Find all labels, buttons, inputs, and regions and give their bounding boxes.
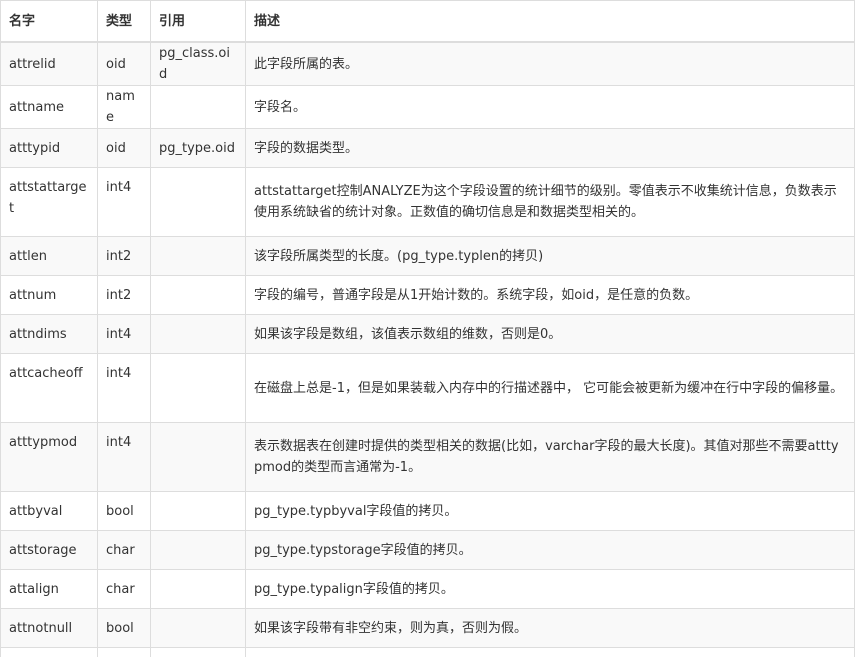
header-description: 描述	[245, 0, 855, 43]
cell-type: int4	[97, 353, 151, 423]
cell-name: atttypid	[0, 128, 98, 168]
cell-type: char	[97, 569, 151, 609]
cell-desc: 如果该字段是数组，该值表示数组的维数，否则是0。	[245, 314, 855, 354]
table-row: attbyval bool pg_type.typbyval字段值的拷贝。	[0, 491, 855, 531]
header-type: 类型	[97, 0, 151, 43]
cell-desc: 该字段是否存在缺省值，此时它对应pg_attrdef表里实际定义此值的记录。	[245, 647, 855, 657]
cell-ref	[150, 236, 246, 276]
table-row: atttypid oid pg_type.oid 字段的数据类型。	[0, 128, 855, 168]
table-row: attstattarget int4 attstattarget控制ANALYZE为…	[0, 167, 855, 237]
table-row: attnotnull bool 如果该字段带有非空约束，则为真，否则为假。	[0, 608, 855, 648]
cell-desc: pg_type.typbyval字段值的拷贝。	[245, 491, 855, 531]
cell-ref	[150, 530, 246, 570]
table-row: attcacheoff int4 在磁盘上总是-1，但是如果装载入内存中的行描述器中…	[0, 353, 855, 423]
header-reference: 引用	[150, 0, 246, 43]
cell-desc: 表示数据表在创建时提供的类型相关的数据(比如，varchar字段的最大长度)。其…	[245, 422, 855, 492]
cell-desc: 字段名。	[245, 85, 855, 129]
header-row: 名字 类型 引用 描述	[0, 0, 855, 43]
cell-ref	[150, 491, 246, 531]
cell-type: int4	[97, 314, 151, 354]
cell-ref	[150, 647, 246, 657]
cell-name: attrelid	[0, 41, 98, 86]
table-row: atthasdefbool 该字段是否存在缺省值，此时它对应pg_attrdef表…	[0, 647, 855, 657]
cell-desc: 在磁盘上总是-1，但是如果装载入内存中的行描述器中， 它可能会被更新为缓冲在行中…	[245, 353, 855, 423]
table-row: attlen int2 该字段所属类型的长度。(pg_type.typlen的拷贝)	[0, 236, 855, 276]
table-row: attndims int4 如果该字段是数组，该值表示数组的维数，否则是0。	[0, 314, 855, 354]
cell-name: attndims	[0, 314, 98, 354]
cell-type: int4	[97, 422, 151, 492]
cell-name: attnotnull	[0, 608, 98, 648]
cell-desc: pg_type.typalign字段值的拷贝。	[245, 569, 855, 609]
cell-ref	[150, 569, 246, 609]
cell-type: name	[97, 85, 151, 129]
cell-desc: 字段的数据类型。	[245, 128, 855, 168]
cell-type: char	[97, 530, 151, 570]
table-header: 名字 类型 引用 描述	[0, 0, 855, 43]
cell-type: int4	[97, 167, 151, 237]
cell-ref: pg_type.oid	[150, 128, 246, 168]
cell-name: attalign	[0, 569, 98, 609]
cell-ref	[150, 275, 246, 315]
cell-name: attcacheoff	[0, 353, 98, 423]
cell-type: bool	[97, 491, 151, 531]
cell-type: oid	[97, 128, 151, 168]
cell-name: attstattarget	[0, 167, 98, 237]
cell-desc: 该字段所属类型的长度。(pg_type.typlen的拷贝)	[245, 236, 855, 276]
cell-name: attnum	[0, 275, 98, 315]
pg-attribute-table: 名字 类型 引用 描述 attrelid oid pg_class.oid 此字段所属…	[0, 0, 855, 657]
cell-ref	[150, 85, 246, 129]
table-row: attname name 字段名。	[0, 85, 855, 129]
cell-desc: 字段的编号，普通字段是从1开始计数的。系统字段，如oid，是任意的负数。	[245, 275, 855, 315]
cell-name: attname	[0, 85, 98, 129]
cell-desc: attstattarget控制ANALYZE为这个字段设置的统计细节的级别。零值…	[245, 167, 855, 237]
cell-ref	[150, 353, 246, 423]
cell-type: bool	[97, 647, 151, 657]
cell-ref	[150, 608, 246, 648]
cell-desc: pg_type.typstorage字段值的拷贝。	[245, 530, 855, 570]
cell-ref	[150, 167, 246, 237]
cell-type: bool	[97, 608, 151, 648]
cell-ref: pg_class.oid	[150, 41, 246, 86]
table-row: attrelid oid pg_class.oid 此字段所属的表。	[0, 41, 855, 86]
table-body: attrelid oid pg_class.oid 此字段所属的表。 attname na…	[0, 41, 855, 657]
cell-type: oid	[97, 41, 151, 86]
cell-name: attstorage	[0, 530, 98, 570]
cell-desc: 此字段所属的表。	[245, 41, 855, 86]
table-row: attstorage char pg_type.typstorage字段值的拷贝。	[0, 530, 855, 570]
table-row: attalign char pg_type.typalign字段值的拷贝。	[0, 569, 855, 609]
cell-type: int2	[97, 236, 151, 276]
header-name: 名字	[0, 0, 98, 43]
cell-ref	[150, 422, 246, 492]
table-row: atttypmod int4 表示数据表在创建时提供的类型相关的数据(比如，varc…	[0, 422, 855, 492]
cell-name: attlen	[0, 236, 98, 276]
cell-name: attbyval	[0, 491, 98, 531]
cell-name: atttypmod	[0, 422, 98, 492]
cell-name: atthasdef	[0, 647, 98, 657]
table-row: attnum int2 字段的编号，普通字段是从1开始计数的。系统字段，如oid，是…	[0, 275, 855, 315]
cell-desc: 如果该字段带有非空约束，则为真，否则为假。	[245, 608, 855, 648]
cell-type: int2	[97, 275, 151, 315]
cell-ref	[150, 314, 246, 354]
